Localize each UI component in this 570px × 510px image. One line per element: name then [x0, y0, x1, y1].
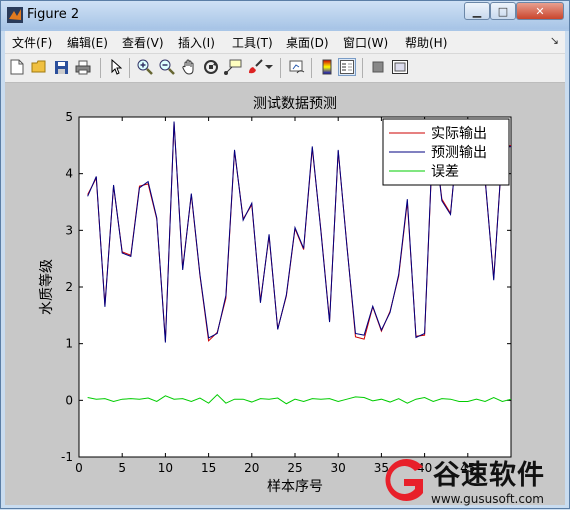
x-tick-label: 10 — [158, 461, 173, 475]
figure-window: Figure 2 ▁ □ ✕ 文件(F) 编辑(E) 查看(V) 插入(I) 工… — [0, 0, 570, 509]
gususoft-logo-icon — [385, 459, 423, 501]
save-icon[interactable] — [52, 58, 70, 76]
zoom-in-icon[interactable] — [136, 58, 154, 76]
menu-window[interactable]: 窗口(W) — [343, 34, 388, 51]
legend-label-2: 预测输出 — [431, 145, 487, 161]
y-tick-label: 3 — [65, 223, 73, 237]
menu-desktop[interactable]: 桌面(D) — [286, 34, 329, 51]
window-title: Figure 2 — [27, 7, 80, 22]
x-tick-label: 20 — [244, 461, 259, 475]
matlab-logo-icon — [7, 7, 23, 23]
figure-client-area: 文件(F) 编辑(E) 查看(V) 插入(I) 工具(T) 桌面(D) 窗口(W… — [5, 31, 565, 505]
open-folder-icon[interactable] — [30, 58, 48, 76]
legend-label-3: 误差 — [431, 164, 459, 180]
menu-edit[interactable]: 编辑(E) — [67, 34, 108, 51]
toolbar-separator — [100, 58, 101, 78]
x-tick-label: 15 — [201, 461, 216, 475]
link-plot-icon[interactable] — [288, 58, 306, 76]
colorbar-icon[interactable] — [318, 58, 336, 76]
menu-bar: 文件(F) 编辑(E) 查看(V) 插入(I) 工具(T) 桌面(D) 窗口(W… — [5, 31, 565, 54]
menu-dock-arrow-icon[interactable]: ↘ — [550, 34, 559, 47]
figure-toolbar — [5, 54, 565, 83]
menu-file[interactable]: 文件(F) — [12, 34, 52, 51]
y-tick-label: 4 — [65, 167, 73, 181]
x-tick-label: 0 — [75, 461, 83, 475]
toolbar-separator — [129, 58, 130, 78]
watermark: 谷速软件 www.gususoft.com — [379, 451, 570, 510]
x-tick-label: 30 — [331, 461, 346, 475]
toolbar-separator — [311, 58, 312, 78]
y-axis-label: 水质等级 — [38, 259, 55, 315]
new-file-icon[interactable] — [8, 58, 26, 76]
menu-help[interactable]: 帮助(H) — [405, 34, 447, 51]
menu-insert[interactable]: 插入(I) — [178, 34, 215, 51]
y-tick-label: 2 — [65, 280, 73, 294]
title-bar[interactable]: Figure 2 ▁ □ ✕ — [1, 1, 569, 29]
plot-area: 0 5 10 15 20 25 30 35 40 45 -1 0 1 2 3 4 5 测试数据预测 样本序号 水质等级… — [5, 83, 565, 505]
pan-hand-icon[interactable] — [180, 58, 198, 76]
y-tick-label: 0 — [65, 393, 73, 407]
y-tick-label: 5 — [65, 110, 73, 124]
watermark-url: www.gususoft.com — [431, 492, 544, 506]
toolbar-separator — [280, 58, 281, 78]
legend-icon[interactable] — [338, 58, 356, 76]
data-cursor-icon[interactable] — [224, 58, 242, 76]
show-plot-tools-icon[interactable] — [391, 58, 409, 76]
maximize-button[interactable]: □ — [490, 2, 516, 20]
minimize-button[interactable]: ▁ — [464, 2, 490, 20]
brush-icon[interactable] — [246, 58, 264, 76]
menu-tools[interactable]: 工具(T) — [232, 34, 273, 51]
y-tick-label: -1 — [61, 450, 73, 464]
line-chart[interactable]: 0 5 10 15 20 25 30 35 40 45-1012345测试数据预测样本序号水质等级… — [5, 83, 565, 505]
chart-title: 测试数据预测 — [253, 96, 337, 112]
x-tick-label: 25 — [287, 461, 302, 475]
x-axis-label: 样本序号 — [267, 479, 323, 495]
rotate-3d-icon[interactable] — [202, 58, 220, 76]
x-tick-label: 5 — [118, 461, 126, 475]
close-button[interactable]: ✕ — [516, 2, 564, 20]
toolbar-separator — [362, 58, 363, 78]
menu-view[interactable]: 查看(V) — [122, 34, 164, 51]
print-icon[interactable] — [74, 58, 92, 76]
zoom-out-icon[interactable] — [158, 58, 176, 76]
hide-plot-tools-icon[interactable] — [369, 58, 387, 76]
pointer-icon[interactable] — [107, 58, 125, 76]
watermark-brand: 谷速软件 — [433, 460, 545, 491]
y-tick-label: 1 — [65, 337, 73, 351]
legend-label-1: 实际输出 — [431, 126, 487, 142]
brush-dropdown-chevron-down-icon[interactable] — [264, 58, 274, 76]
